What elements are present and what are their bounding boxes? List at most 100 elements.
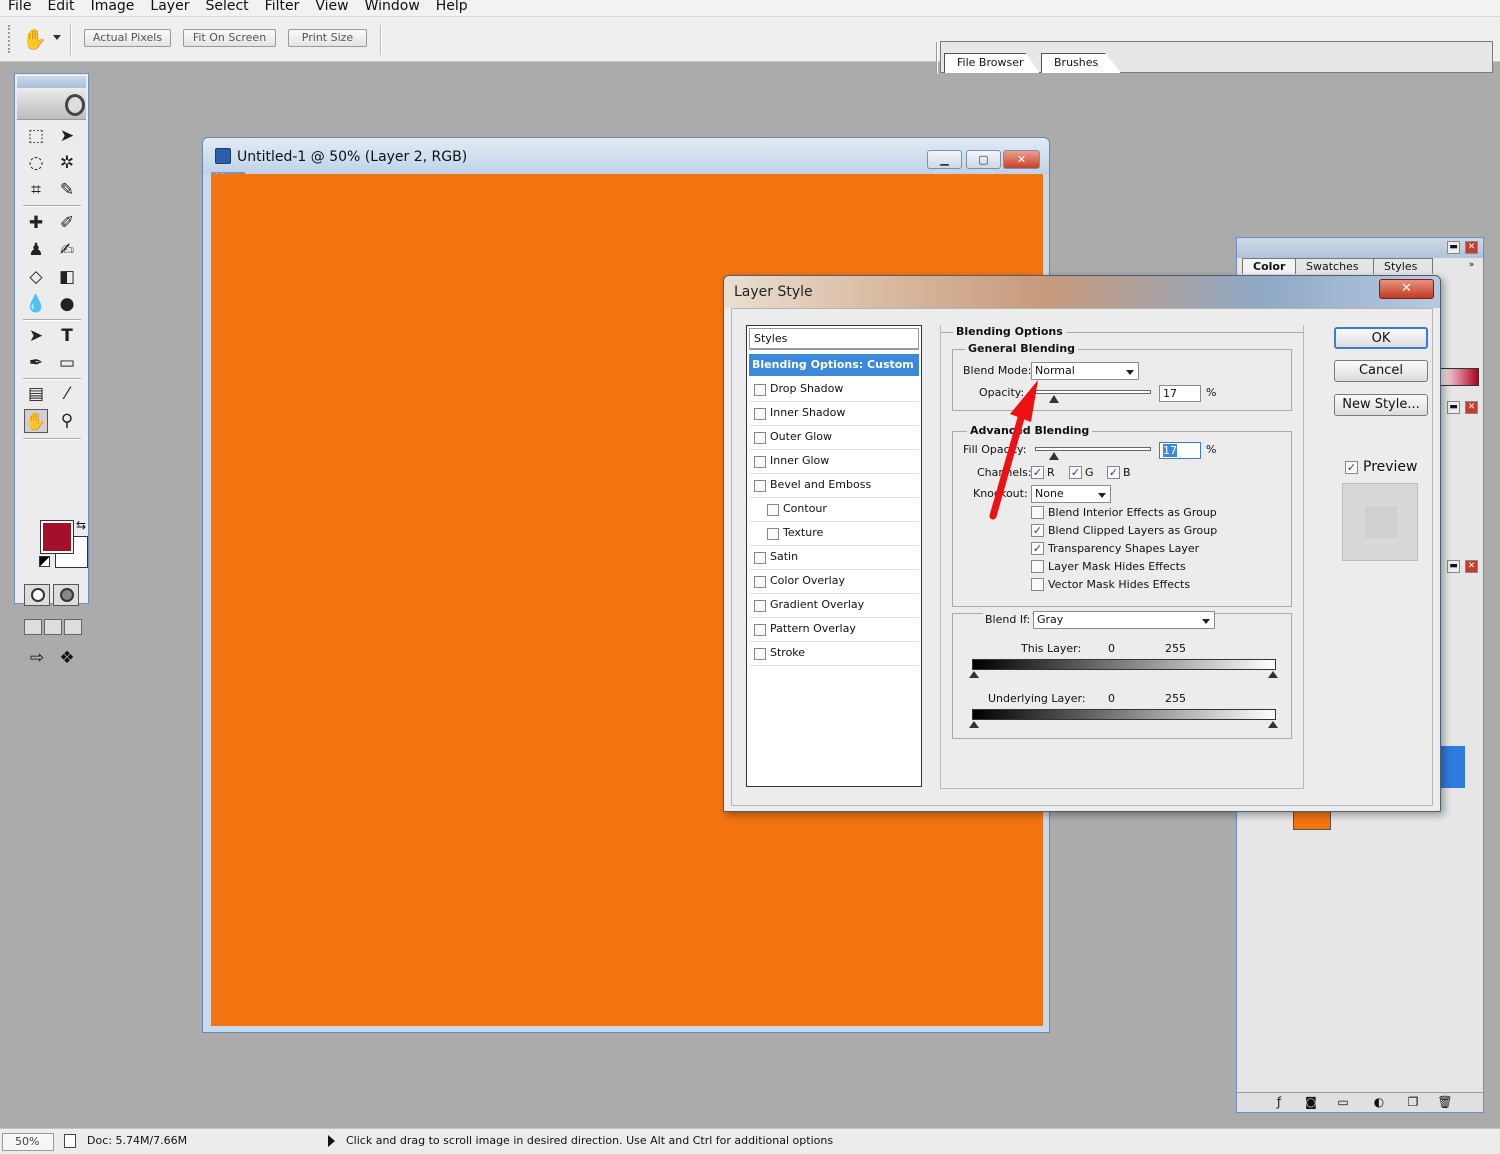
layer-style-icon[interactable]: ƒ	[1271, 1095, 1287, 1110]
eraser-tool-icon[interactable]: ◇	[24, 265, 48, 289]
panel-close-button[interactable]: ✕	[1465, 401, 1478, 414]
style-item-checkbox[interactable]	[754, 432, 766, 444]
move-tool-icon[interactable]: ➤	[55, 124, 79, 148]
option-checkbox-2[interactable]: ✓	[1031, 542, 1044, 555]
underlying-white-slider[interactable]	[1268, 721, 1278, 728]
option-checkbox-4[interactable]	[1031, 578, 1044, 591]
actual-pixels-button[interactable]: Actual Pixels	[84, 29, 171, 47]
blur-tool-icon[interactable]: 💧	[24, 292, 48, 316]
document-titlebar[interactable]: Untitled-1 @ 50% (Layer 2, RGB) ▁ ▢ ✕	[203, 138, 1049, 174]
foreground-color-swatch[interactable]	[40, 520, 74, 554]
hand-tool-icon[interactable]: ✋	[22, 27, 47, 51]
style-item-checkbox[interactable]	[754, 480, 766, 492]
full-screen-menu-mode-button[interactable]	[44, 619, 62, 635]
standard-mode-button[interactable]	[24, 584, 50, 606]
panel-close-button[interactable]: ✕	[1465, 560, 1478, 573]
tab-color[interactable]: Color	[1242, 258, 1300, 274]
tab-swatches[interactable]: Swatches	[1295, 258, 1375, 274]
styles-list-header[interactable]: Styles	[749, 328, 919, 350]
panel-close-button[interactable]: ✕	[1465, 241, 1478, 254]
crop-tool-icon[interactable]: ⌗	[24, 178, 48, 202]
style-item-color-overlay[interactable]: Color Overlay	[749, 570, 919, 594]
jump-to-imageready-icon[interactable]: ⇨	[24, 647, 50, 669]
blend-if-dropdown[interactable]: Gray	[1033, 611, 1215, 629]
notes-tool-icon[interactable]: ▤	[24, 382, 48, 406]
clone-stamp-tool-icon[interactable]: ♟	[24, 238, 48, 262]
menu-filter[interactable]: Filter	[257, 0, 308, 13]
dodge-tool-icon[interactable]: ●	[55, 292, 79, 316]
style-item-checkbox[interactable]	[754, 552, 766, 564]
style-item-checkbox[interactable]	[767, 528, 779, 540]
fill-opacity-input[interactable]: 17	[1159, 442, 1201, 459]
marquee-tool-icon[interactable]: ⬚	[24, 124, 48, 148]
style-item-checkbox[interactable]	[754, 600, 766, 612]
channel-g-checkbox[interactable]: ✓	[1069, 466, 1082, 479]
style-item-checkbox[interactable]	[754, 384, 766, 396]
minimize-button[interactable]: ▁	[927, 150, 962, 169]
imageready-icon[interactable]: ❖	[54, 647, 80, 669]
selected-layer-highlight[interactable]	[1441, 746, 1465, 788]
slice-tool-icon[interactable]: ✎	[55, 178, 79, 202]
ok-button[interactable]: OK	[1334, 327, 1428, 349]
magic-wand-tool-icon[interactable]: ✲	[55, 151, 79, 175]
maximize-button[interactable]: ▢	[966, 150, 1001, 169]
style-item-texture[interactable]: Texture	[749, 522, 919, 546]
trash-icon[interactable]: 🗑	[1437, 1095, 1453, 1110]
path-selection-tool-icon[interactable]: ➤	[24, 324, 48, 348]
opacity-input[interactable]: 17	[1159, 385, 1201, 402]
this-layer-black-slider[interactable]	[969, 671, 979, 678]
style-item-checkbox[interactable]	[754, 456, 766, 468]
menu-layer[interactable]: Layer	[142, 0, 197, 13]
fill-opacity-slider[interactable]	[1035, 447, 1151, 460]
add-mask-icon[interactable]: ◙	[1303, 1095, 1319, 1110]
this-layer-white-slider[interactable]	[1268, 671, 1278, 678]
style-item-checkbox[interactable]	[754, 576, 766, 588]
doc-size[interactable]: Doc: 5.74M/7.66M	[87, 1134, 187, 1147]
menu-file[interactable]: File	[0, 0, 39, 13]
type-tool-icon[interactable]: T	[55, 324, 79, 348]
opacity-slider-thumb[interactable]	[1049, 395, 1059, 403]
blend-mode-dropdown[interactable]: Normal	[1031, 362, 1139, 380]
panel-minimize-button[interactable]: ▬	[1447, 560, 1460, 573]
adjustment-layer-icon[interactable]: ◐	[1371, 1095, 1387, 1110]
zoom-field[interactable]: 50%	[2, 1133, 54, 1151]
dialog-close-button[interactable]: ✕	[1379, 279, 1434, 299]
style-item-inner-glow[interactable]: Inner Glow	[749, 450, 919, 474]
menu-image[interactable]: Image	[83, 0, 143, 13]
style-item-stroke[interactable]: Stroke	[749, 642, 919, 666]
pen-tool-icon[interactable]: ✒	[24, 351, 48, 375]
underlying-black-slider[interactable]	[969, 721, 979, 728]
style-item-checkbox[interactable]	[767, 504, 779, 516]
style-item-bevel-and-emboss[interactable]: Bevel and Emboss	[749, 474, 919, 498]
menu-edit[interactable]: Edit	[39, 0, 82, 13]
style-item-checkbox[interactable]	[754, 408, 766, 420]
adobe-online-logo[interactable]	[17, 90, 86, 120]
gradient-tool-icon[interactable]: ◧	[55, 265, 79, 289]
option-checkbox-1[interactable]: ✓	[1031, 524, 1044, 537]
style-item-pattern-overlay[interactable]: Pattern Overlay	[749, 618, 919, 642]
hand-tool-icon[interactable]: ✋	[24, 409, 48, 433]
blending-options-item[interactable]: Blending Options: Custom	[749, 354, 919, 376]
quick-mask-mode-button[interactable]	[53, 584, 79, 606]
style-item-checkbox[interactable]	[754, 624, 766, 636]
tab-styles[interactable]: Styles	[1373, 258, 1433, 274]
default-colors-icon[interactable]	[39, 556, 50, 567]
tab-brushes[interactable]: Brushes	[1041, 53, 1121, 73]
eyedropper-tool-icon[interactable]: ⁄	[55, 382, 79, 406]
close-button[interactable]: ✕	[1003, 150, 1040, 169]
print-size-button[interactable]: Print Size	[288, 29, 367, 47]
style-item-outer-glow[interactable]: Outer Glow	[749, 426, 919, 450]
preview-checkbox[interactable]: ✓	[1345, 461, 1358, 474]
menu-view[interactable]: View	[307, 0, 356, 13]
panel-minimize-button[interactable]: ▬	[1447, 241, 1460, 254]
shape-tool-icon[interactable]: ▭	[55, 351, 79, 375]
new-layer-icon[interactable]: ❐	[1405, 1095, 1421, 1110]
channel-b-checkbox[interactable]: ✓	[1107, 466, 1120, 479]
cancel-button[interactable]: Cancel	[1334, 360, 1428, 382]
opacity-slider[interactable]	[1035, 390, 1151, 403]
style-item-gradient-overlay[interactable]: Gradient Overlay	[749, 594, 919, 618]
dialog-titlebar[interactable]: Layer Style ✕	[724, 276, 1440, 308]
color-ramp[interactable]	[1439, 368, 1479, 386]
menu-select[interactable]: Select	[197, 0, 256, 13]
menu-window[interactable]: Window	[357, 0, 428, 13]
